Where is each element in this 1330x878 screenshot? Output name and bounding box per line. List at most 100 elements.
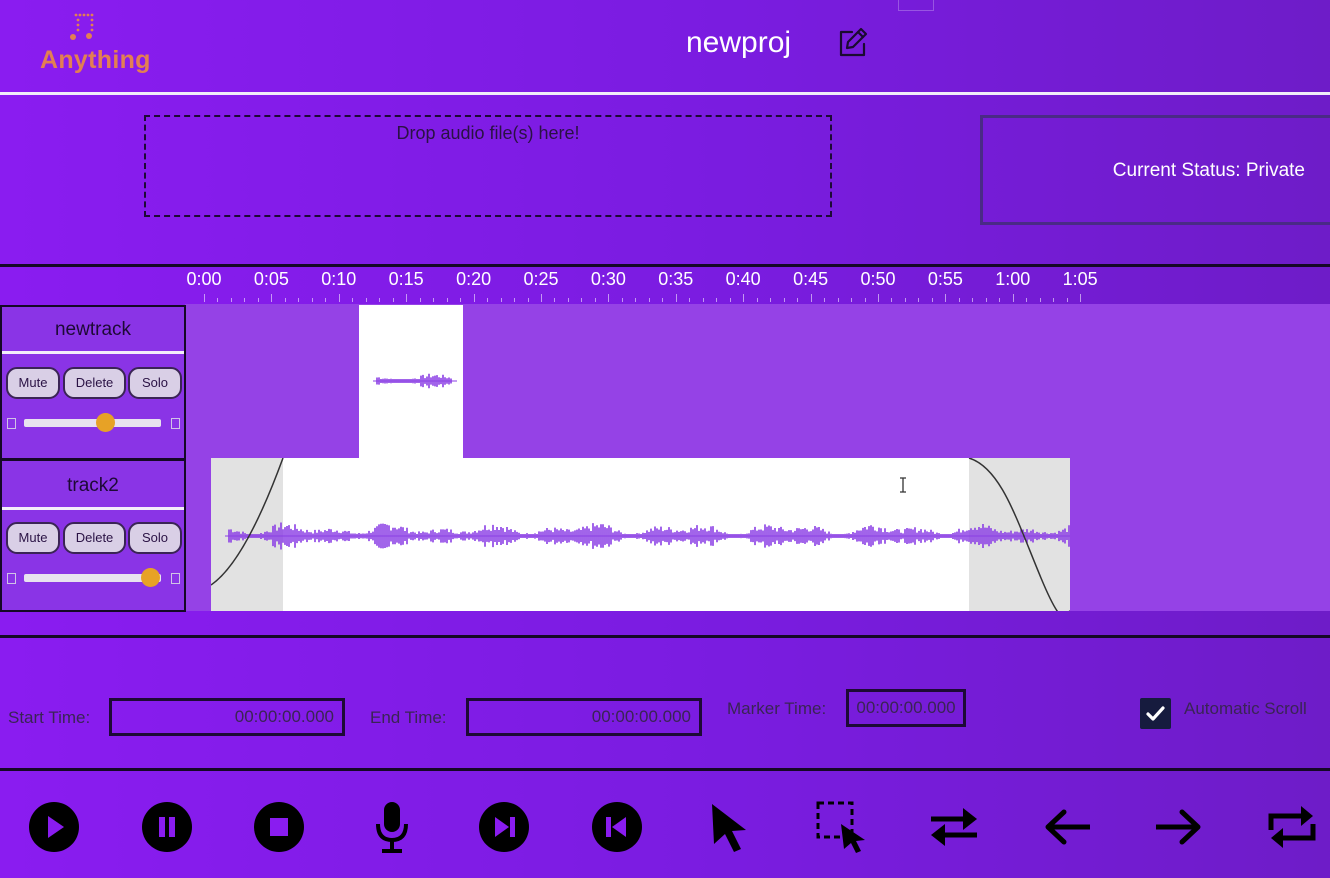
ruler-tick xyxy=(756,298,758,302)
volume-min-icon xyxy=(7,418,16,429)
ruler-tick xyxy=(284,298,286,302)
audio-clip-track2[interactable] xyxy=(211,458,1070,611)
stop-button[interactable] xyxy=(252,800,306,854)
ruler-tick xyxy=(621,298,623,302)
ruler-tick xyxy=(1080,294,1082,302)
ruler-tick xyxy=(608,294,610,302)
ruler-tick xyxy=(878,294,879,302)
microphone-icon xyxy=(376,802,408,853)
ruler-tick-label: 0:30 xyxy=(590,269,626,289)
loop-button[interactable] xyxy=(1265,800,1319,854)
volume-min-icon xyxy=(7,573,16,584)
skip-forward-button[interactable] xyxy=(477,800,531,854)
header-divider xyxy=(0,92,1330,95)
pause-button[interactable] xyxy=(140,800,194,854)
ruler-tick-label: 0:05 xyxy=(253,269,289,289)
record-button[interactable] xyxy=(365,800,419,854)
ruler-tick xyxy=(541,294,542,302)
app-header: Anything newproj xyxy=(0,0,1330,93)
volume-slider[interactable] xyxy=(24,413,161,432)
skip-forward-icon xyxy=(479,802,529,852)
ruler-tick xyxy=(675,294,677,302)
solo-button[interactable]: Solo xyxy=(128,367,182,399)
ruler-tick-label: 0:35 xyxy=(658,269,694,289)
ruler-tick xyxy=(217,298,219,302)
delete-track-button[interactable]: Delete xyxy=(63,367,126,399)
ruler-tick xyxy=(298,298,300,302)
app-logo[interactable]: Anything xyxy=(40,10,150,80)
project-title: newproj xyxy=(686,26,792,59)
ruler-tick xyxy=(716,298,718,302)
ruler-tick xyxy=(1026,298,1028,302)
ruler-tick xyxy=(985,298,987,302)
ruler-tick-label: 0:50 xyxy=(860,269,896,289)
top-tab-handle[interactable] xyxy=(898,0,934,11)
volume-slider-knob[interactable] xyxy=(95,413,115,432)
mute-button[interactable]: Mute xyxy=(6,522,60,554)
ruler-tick xyxy=(702,298,704,302)
ruler-tick xyxy=(204,294,205,302)
ruler-tick xyxy=(594,298,596,302)
pointer-tool-button[interactable] xyxy=(702,800,756,854)
track-name-divider xyxy=(2,507,184,510)
audio-clip-newtrack[interactable] xyxy=(359,305,463,458)
logo-text: Anything xyxy=(40,46,151,74)
play-button[interactable] xyxy=(27,800,81,854)
skip-back-button[interactable] xyxy=(590,800,644,854)
delete-track-button[interactable]: Delete xyxy=(63,522,126,554)
ruler-tick xyxy=(851,298,853,302)
ruler-tick xyxy=(325,298,327,302)
timeline-divider-bottom xyxy=(0,635,1330,638)
ruler-tick xyxy=(918,298,920,302)
time-ruler[interactable]: 0:00 0:05 0:10 0:15 0:20 0:25 0:30 0:35 0:40 0:45… xyxy=(185,267,1330,304)
skip-back-icon xyxy=(592,802,642,852)
move-left-button[interactable] xyxy=(1040,800,1094,854)
mute-button[interactable]: Mute xyxy=(6,367,60,399)
ruler-tick xyxy=(864,298,866,302)
ruler-tick xyxy=(419,298,421,302)
ruler-tick xyxy=(972,298,974,302)
shift-tool-button[interactable] xyxy=(927,800,981,854)
select-region-tool-button[interactable] xyxy=(815,800,869,854)
ruler-tick xyxy=(837,298,839,302)
ruler-tick xyxy=(810,294,812,302)
volume-slider-knob[interactable] xyxy=(141,568,161,587)
ruler-tick xyxy=(770,298,772,302)
drop-zone-label: Drop audio file(s) here! xyxy=(396,123,580,143)
ruler-tick-label: 0:10 xyxy=(321,269,357,289)
ruler-tick xyxy=(554,298,556,302)
select-region-icon xyxy=(816,801,865,853)
ruler-tick xyxy=(379,298,381,302)
track-controls-track2: track2 Mute Delete Solo xyxy=(0,459,186,612)
stop-icon xyxy=(254,802,304,852)
ruler-tick xyxy=(648,298,650,302)
music-note-logo-icon xyxy=(70,13,94,40)
marker-time-input[interactable] xyxy=(846,689,966,727)
move-right-button[interactable] xyxy=(1152,800,1206,854)
ruler-tick-label: 0:00 xyxy=(186,269,222,289)
pause-icon xyxy=(142,802,192,852)
solo-button[interactable]: Solo xyxy=(128,522,182,554)
checkmark-icon xyxy=(1146,706,1165,721)
shift-icon xyxy=(931,808,977,846)
audio-drop-zone[interactable]: Drop audio file(s) here! xyxy=(144,115,832,217)
end-time-input[interactable] xyxy=(466,698,702,736)
ruler-tick xyxy=(473,294,475,302)
volume-max-icon xyxy=(171,418,180,429)
ruler-tick-label: 0:25 xyxy=(523,269,559,289)
start-time-label: Start Time: xyxy=(8,708,91,727)
start-time-input[interactable] xyxy=(109,698,345,736)
ruler-tick xyxy=(891,298,893,302)
ruler-tick xyxy=(433,298,435,302)
ruler-tick xyxy=(365,298,367,302)
marker-time-label: Marker Time: xyxy=(727,699,827,718)
track-controls-newtrack: newtrack Mute Delete Solo xyxy=(0,305,186,460)
toolbar-divider xyxy=(0,768,1330,771)
volume-slider[interactable] xyxy=(24,568,161,587)
edit-project-name-button[interactable] xyxy=(836,25,870,59)
ruler-tick xyxy=(311,298,313,302)
ruler-tick xyxy=(999,298,1001,302)
fade-curves xyxy=(211,458,1070,611)
automatic-scroll-checkbox[interactable] xyxy=(1140,698,1171,729)
ruler-tick xyxy=(446,298,448,302)
